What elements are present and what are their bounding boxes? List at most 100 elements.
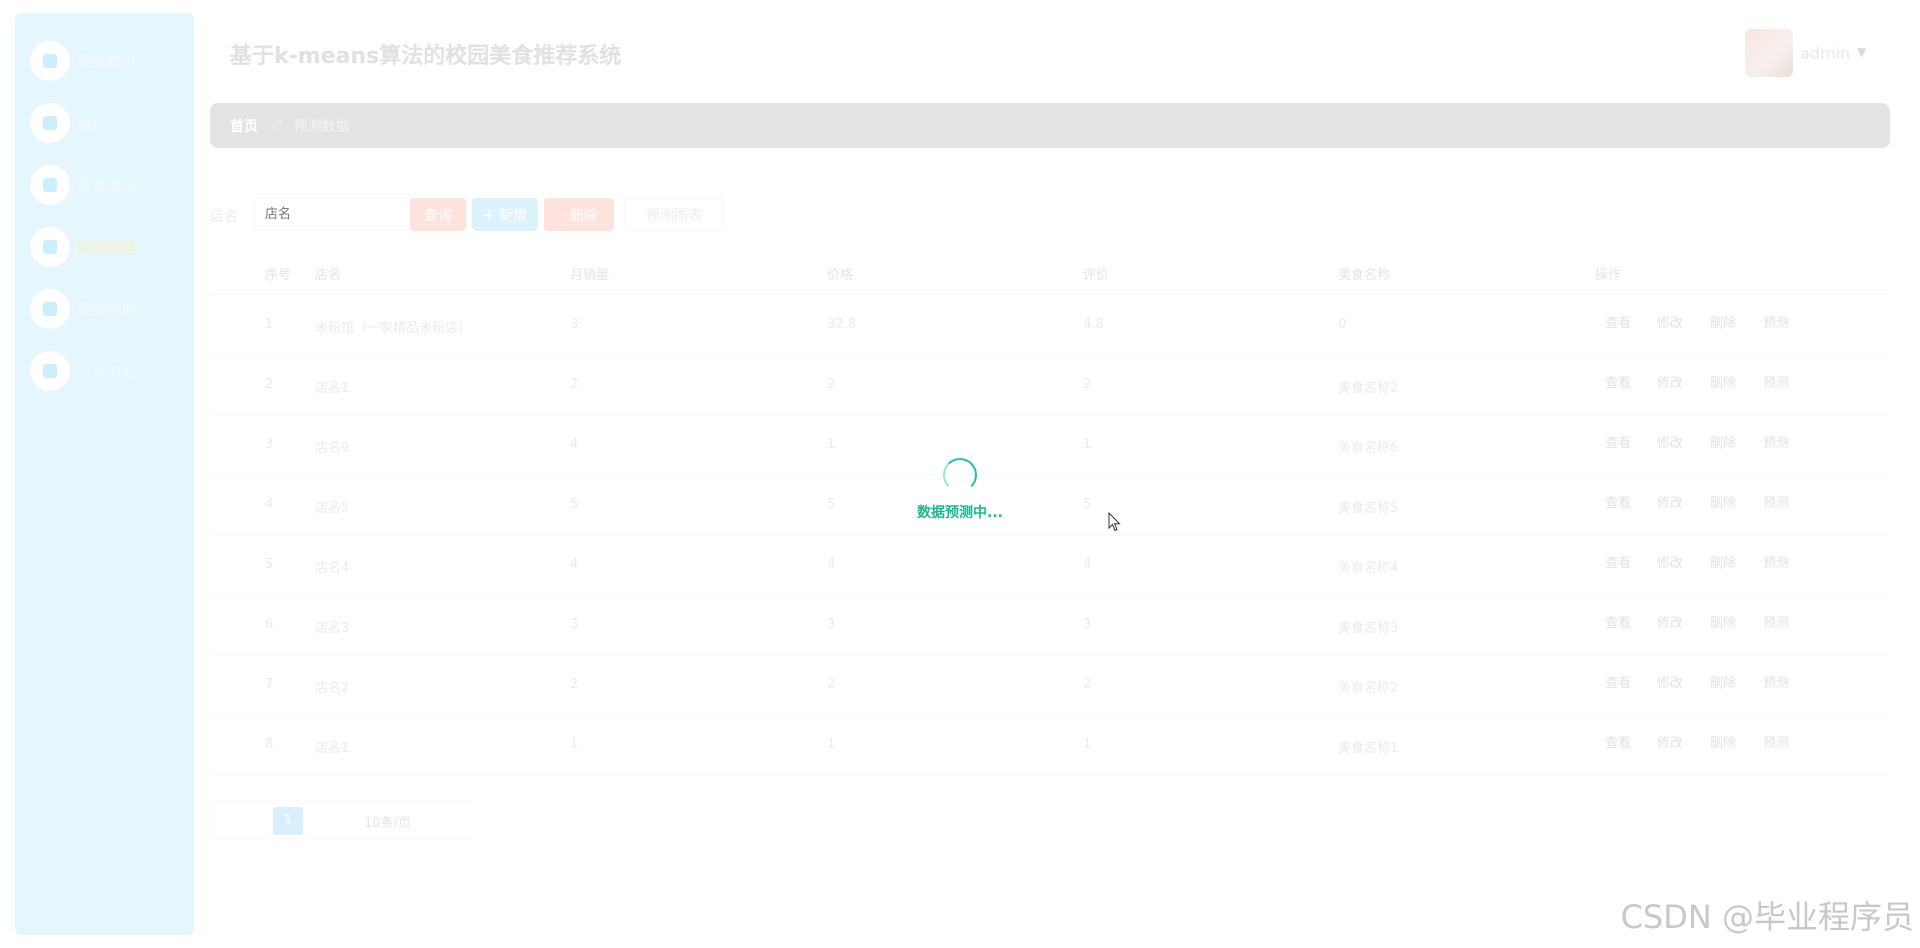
sidebar-item-home[interactable]: 系统首页 bbox=[30, 39, 190, 83]
table-cell: 2 bbox=[827, 677, 836, 692]
row-action-button[interactable]: 删除 bbox=[1710, 492, 1736, 511]
chevron-right-icon: › bbox=[176, 365, 180, 377]
home-icon bbox=[30, 41, 70, 81]
search-input[interactable] bbox=[254, 198, 414, 230]
row-action-button[interactable]: 删除 bbox=[1710, 432, 1736, 451]
table-cell: 1 bbox=[1083, 437, 1092, 452]
table-cell: 5 bbox=[570, 497, 579, 512]
breadcrumb: 首页 ⤢ 预测数据 bbox=[210, 103, 1890, 148]
pagination: 1 10条/页 bbox=[210, 800, 482, 840]
table-cell: 美食名称6 bbox=[1338, 441, 1399, 456]
table-cell: 2 bbox=[570, 677, 579, 692]
settings-icon bbox=[30, 289, 70, 329]
row-action-button[interactable]: 删除 bbox=[1710, 312, 1736, 331]
row-action-button[interactable]: 预测 bbox=[1763, 492, 1789, 511]
sidebar-item-label: 美食管理 bbox=[76, 176, 137, 195]
sidebar-item-label: 个人中心 bbox=[76, 362, 137, 381]
delete-button[interactable]: - 删除 bbox=[544, 198, 614, 231]
table-row: 5 店名4 4 4 4 美食名称4 查看 修改 删除 预测 bbox=[210, 535, 1890, 595]
row-action-button[interactable]: 修改 bbox=[1657, 312, 1683, 331]
table-cell: 米粉馆（一家精品米粉店） bbox=[315, 321, 472, 336]
table-cell: 3 bbox=[570, 617, 579, 632]
sidebar-item-label: 系统首页 bbox=[76, 52, 137, 71]
row-action-button[interactable]: 查看 bbox=[1605, 552, 1631, 571]
row-action-button[interactable]: 预测 bbox=[1763, 312, 1789, 331]
row-action-button[interactable]: 查看 bbox=[1605, 432, 1631, 451]
breadcrumb-separator-icon: ⤢ bbox=[272, 118, 282, 132]
profile-icon bbox=[30, 351, 70, 391]
row-action-button[interactable]: 查看 bbox=[1605, 312, 1631, 331]
watermark: CSDN @毕业程序员 bbox=[1620, 898, 1914, 936]
table-cell: 2 bbox=[1083, 377, 1092, 392]
sidebar-item-prediction[interactable]: 预测数据 bbox=[30, 225, 190, 269]
table-cell: 1 bbox=[827, 737, 836, 752]
table-cell: 1 bbox=[265, 317, 274, 332]
column-header: 价格 bbox=[827, 268, 854, 283]
sidebar-item-label: 系统管理 bbox=[76, 300, 137, 319]
table-cell: 2 bbox=[827, 377, 836, 392]
row-action-button[interactable]: 修改 bbox=[1657, 552, 1683, 571]
row-action-button[interactable]: 删除 bbox=[1710, 672, 1736, 691]
row-action-button[interactable]: 查看 bbox=[1605, 372, 1631, 391]
data-table: 序号 店名 月销量 价格 评价 美食名称 操作 1 米粉馆（一家精品米粉店） 3 32… bbox=[210, 250, 1890, 775]
row-action-button[interactable]: 预测 bbox=[1763, 372, 1789, 391]
sidebar-item-users[interactable]: 用户 bbox=[30, 101, 190, 145]
sidebar-item-food[interactable]: 美食管理 bbox=[30, 163, 190, 207]
table-cell: 美食名称1 bbox=[1338, 741, 1399, 756]
row-action-button[interactable]: 删除 bbox=[1710, 372, 1736, 391]
row-action-button[interactable]: 删除 bbox=[1710, 732, 1736, 751]
table-cell: 32.8 bbox=[827, 317, 856, 332]
caret-down-icon[interactable]: ▼ bbox=[1857, 45, 1866, 59]
row-action-button[interactable]: 查看 bbox=[1605, 732, 1631, 751]
row-action-button[interactable]: 修改 bbox=[1657, 372, 1683, 391]
table-cell: 3 bbox=[570, 317, 579, 332]
breadcrumb-current: 预测数据 bbox=[293, 118, 350, 135]
add-button[interactable]: + 新增 bbox=[472, 198, 538, 231]
row-action-button[interactable]: 修改 bbox=[1657, 672, 1683, 691]
avatar[interactable] bbox=[1745, 29, 1793, 77]
breadcrumb-home[interactable]: 首页 bbox=[230, 116, 258, 136]
row-action-button[interactable]: 预测 bbox=[1763, 432, 1789, 451]
sidebar: 系统首页 用户 美食管理 预测数据 系统管理 个人中心 › bbox=[15, 13, 194, 935]
table-body: 1 米粉馆（一家精品米粉店） 3 32.8 4.8 0 查看 修改 删除 预测 2 店名1 2 2 2 美食名… bbox=[210, 295, 1890, 775]
row-action-button[interactable]: 删除 bbox=[1710, 552, 1736, 571]
table-cell: 店名3 bbox=[315, 621, 350, 636]
app-title: 基于k-means算法的校园美食推荐系统 bbox=[230, 44, 622, 69]
row-action-button[interactable]: 查看 bbox=[1605, 492, 1631, 511]
sidebar-item-label: 预测数据 bbox=[76, 238, 137, 257]
row-action-button[interactable]: 修改 bbox=[1657, 492, 1683, 511]
user-menu-name[interactable]: admin bbox=[1800, 44, 1850, 63]
row-action-button[interactable]: 预测 bbox=[1763, 612, 1789, 631]
search-button[interactable]: 查询 bbox=[410, 198, 466, 231]
header: 基于k-means算法的校园美食推荐系统 admin ▼ bbox=[194, 13, 1920, 93]
table-cell: 7 bbox=[265, 677, 274, 692]
column-header: 店名 bbox=[315, 268, 342, 283]
table-cell: 6 bbox=[265, 617, 274, 632]
prediction-chart-button[interactable]: 预测图表 bbox=[624, 198, 724, 231]
table-cell: 美食名称4 bbox=[1338, 561, 1399, 576]
sidebar-item-system[interactable]: 系统管理 bbox=[30, 287, 190, 331]
row-action-button[interactable]: 预测 bbox=[1763, 672, 1789, 691]
search-label: 店名 bbox=[210, 209, 238, 225]
row-action-button[interactable]: 预测 bbox=[1763, 552, 1789, 571]
row-action-button[interactable]: 查看 bbox=[1605, 612, 1631, 631]
table-row: 1 米粉馆（一家精品米粉店） 3 32.8 4.8 0 查看 修改 删除 预测 bbox=[210, 295, 1890, 355]
row-action-button[interactable]: 修改 bbox=[1657, 732, 1683, 751]
table-cell: 美食名称5 bbox=[1338, 501, 1399, 516]
table-cell: 4 bbox=[265, 497, 274, 512]
column-header: 序号 bbox=[265, 268, 292, 283]
row-action-button[interactable]: 修改 bbox=[1657, 612, 1683, 631]
table-cell: 3 bbox=[265, 437, 274, 452]
table-row: 6 店名3 3 3 3 美食名称3 查看 修改 删除 预测 bbox=[210, 595, 1890, 655]
search-bar: 店名 查询 + 新增 - 删除 预测图表 bbox=[210, 198, 730, 232]
row-action-button[interactable]: 修改 bbox=[1657, 432, 1683, 451]
sidebar-item-profile[interactable]: 个人中心 › bbox=[30, 349, 190, 393]
table-cell: 2 bbox=[265, 377, 274, 392]
page-number-button[interactable]: 1 bbox=[273, 807, 303, 835]
table-cell: 1 bbox=[827, 437, 836, 452]
mouse-cursor-icon bbox=[1108, 512, 1121, 532]
page-size-select[interactable]: 10条/页 bbox=[364, 812, 411, 831]
row-action-button[interactable]: 删除 bbox=[1710, 612, 1736, 631]
row-action-button[interactable]: 预测 bbox=[1763, 732, 1789, 751]
row-action-button[interactable]: 查看 bbox=[1605, 672, 1631, 691]
